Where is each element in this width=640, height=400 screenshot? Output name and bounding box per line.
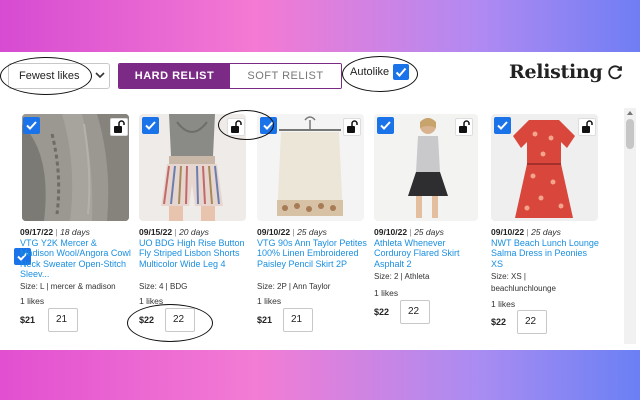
listing-price: $22 <box>491 317 507 327</box>
relisting-panel: Fewest likes HARD RELIST SOFT RELIST Aut… <box>0 52 640 350</box>
listing-details: Size: L | mercer & madison <box>20 282 116 291</box>
page-background-top <box>0 0 640 52</box>
soft-relist-tab[interactable]: SOFT RELIST <box>230 64 341 88</box>
annotation-circle <box>127 304 213 342</box>
price-input[interactable]: 21 <box>48 308 78 332</box>
listing-title-link[interactable]: VTG Y2K Mercer & Madison Wool/Angora Cow… <box>20 238 132 280</box>
listing-price: $22 <box>374 307 390 317</box>
listing-age: 18 days <box>60 227 90 237</box>
lock-toggle[interactable] <box>343 118 361 136</box>
unlock-icon <box>582 120 593 133</box>
listing-date-row: 09/17/22 | 18 days <box>20 227 90 237</box>
listing-brand: beachlunchlounge <box>491 284 556 293</box>
page-background-bottom <box>0 350 640 400</box>
listing-title-link[interactable]: NWT Beach Lunch Lounge Salma Dress in Pe… <box>491 238 599 269</box>
select-checkbox[interactable] <box>377 117 394 134</box>
relist-mode-toggle: HARD RELIST SOFT RELIST <box>118 63 342 89</box>
listing-likes: 1 likes <box>374 288 399 298</box>
listing-date-row: 09/10/22 | 25 days <box>491 227 561 237</box>
listing-likes: 1 likes <box>491 299 516 309</box>
select-checkbox[interactable] <box>23 117 40 134</box>
price-input[interactable]: 22 <box>400 300 430 324</box>
lock-toggle[interactable] <box>455 118 473 136</box>
checkmark-icon <box>497 121 508 130</box>
listing-date: 09/10/22 <box>491 227 525 237</box>
listing-details: Size: 2 | Athleta <box>374 272 430 281</box>
listing-price: $21 <box>20 315 36 325</box>
listing-details: Size: 2P | Ann Taylor <box>257 282 331 291</box>
annotation-circle <box>0 57 92 95</box>
listing-details: Size: 4 | BDG <box>139 282 188 291</box>
listing-title-link[interactable]: Athleta Whenever Corduroy Flared Skirt A… <box>374 238 478 269</box>
chevron-down-icon <box>95 72 105 79</box>
listing-date: 09/10/22 <box>257 227 291 237</box>
listing-title-link[interactable]: UO BDG High Rise Button Fly Striped Lisb… <box>139 238 251 269</box>
listing-card: 09/10/22 | 25 days NWT Beach Lunch Loung… <box>491 114 603 342</box>
listing-age: 25 days <box>531 227 561 237</box>
listing-date: 09/15/22 <box>139 227 173 237</box>
listing-details: Size: XS | <box>491 272 526 281</box>
lock-toggle[interactable] <box>110 118 128 136</box>
unlock-icon <box>459 120 470 133</box>
listing-card: 09/10/22 | 25 days Athleta Whenever Cord… <box>374 114 486 342</box>
select-checkbox[interactable] <box>494 117 511 134</box>
listing-age: 25 days <box>414 227 444 237</box>
brand-logo: Relisting <box>509 61 603 83</box>
listing-likes: 1 likes <box>257 296 282 306</box>
scroll-up-arrow-icon[interactable] <box>627 111 633 115</box>
checkmark-icon <box>26 121 37 130</box>
checkmark-icon <box>145 121 156 130</box>
listing-card: 09/17/22 | 18 days VTG Y2K Mercer & Madi… <box>14 114 134 342</box>
select-checkbox[interactable] <box>142 117 159 134</box>
unlock-icon <box>114 120 125 133</box>
listing-price: $21 <box>257 315 273 325</box>
listing-age: 20 days <box>179 227 209 237</box>
unlock-icon <box>347 120 358 133</box>
annotation-circle <box>342 56 418 92</box>
listing-date-row: 09/15/22 | 20 days <box>139 227 209 237</box>
listing-likes: 1 likes <box>20 296 45 306</box>
price-input[interactable]: 22 <box>517 310 547 334</box>
hard-relist-tab[interactable]: HARD RELIST <box>119 64 230 88</box>
listing-date-row: 09/10/22 | 25 days <box>374 227 444 237</box>
listing-date: 09/17/22 <box>20 227 54 237</box>
listing-age: 25 days <box>297 227 327 237</box>
listing-title-link[interactable]: VTG 90s Ann Taylor Petites 100% Linen Em… <box>257 238 369 269</box>
listing-date-row: 09/10/22 | 25 days <box>257 227 327 237</box>
annotation-circle <box>218 110 274 140</box>
refresh-icon[interactable] <box>605 62 625 82</box>
listing-card: 09/10/22 | 25 days VTG 90s Ann Taylor Pe… <box>257 114 369 342</box>
lock-toggle[interactable] <box>578 118 596 136</box>
listing-date: 09/10/22 <box>374 227 408 237</box>
scrollbar-thumb[interactable] <box>626 119 634 149</box>
price-input[interactable]: 21 <box>283 308 313 332</box>
checkmark-icon <box>380 121 391 130</box>
